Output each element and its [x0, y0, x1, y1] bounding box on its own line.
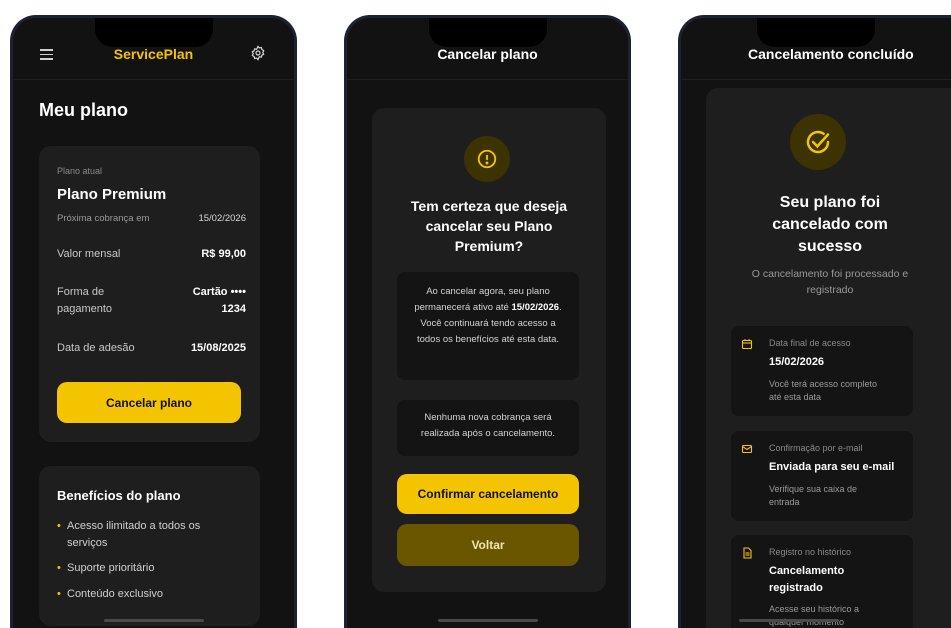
benefit-item: Acesso ilimitado a todos os serviços [57, 518, 207, 552]
back-button[interactable]: Voltar [397, 524, 579, 566]
plan-name: Plano Premium [57, 186, 167, 203]
info-card-value: Cancelamento registrado [769, 565, 845, 594]
next-billing-value: 15/02/2026 [198, 213, 246, 224]
success-subtitle: O cancelamento foi processado e registra… [751, 268, 909, 296]
phone-screen-cancellation-complete: Cancelamento concluído Seu plano foi can… [678, 15, 951, 628]
join-date-value: 15/08/2025 [190, 342, 246, 354]
cancellation-success-card: Seu plano foi cancelado com sucesso O ca… [706, 88, 951, 628]
payment-value-line1: Cartão •••• [192, 286, 246, 298]
calendar-icon [741, 339, 753, 350]
success-icon-container [790, 114, 846, 170]
join-date-label: Data de adesão [57, 342, 135, 354]
gear-icon[interactable] [250, 45, 266, 61]
cancel-confirmation-dialog: Tem certeza que deseja cancelar seu Plan… [372, 108, 606, 592]
warning-icon [477, 149, 497, 169]
info-card-label: Data final de acesso [769, 338, 851, 348]
benefits-title: Benefícios do plano [57, 488, 181, 503]
payment-method-label: Forma de pagamento [57, 284, 112, 318]
payment-label-line2: pagamento [57, 303, 113, 315]
dialog-title: Tem certeza que deseja cancelar seu Plan… [410, 198, 568, 254]
home-indicator [437, 619, 538, 622]
access-end-card: Data final de acesso 15/02/2026 Você ter… [731, 326, 913, 416]
benefit-item: Conteúdo exclusivo [57, 586, 247, 603]
app-header: ServicePlan [13, 18, 294, 80]
current-plan-card: Plano atual Plano Premium Próxima cobran… [39, 146, 260, 442]
email-confirmation-card: Confirmação por e-mail Enviada para seu … [731, 431, 913, 521]
success-headline: Seu plano foi cancelado com sucesso [772, 194, 888, 255]
history-record-card: Registro no histórico Cancelamento regis… [731, 535, 913, 628]
app-header: Cancelar plano [347, 18, 628, 80]
next-billing-label: Próxima cobrança em [57, 213, 150, 224]
phone-screen-my-plan: ServicePlan Meu plano Plano atual Plano … [10, 15, 297, 628]
mail-icon [741, 444, 753, 454]
plan-benefits-card: Benefícios do plano Acesso ilimitado a t… [39, 466, 260, 626]
info-card-description: Acesse seu histórico a qualquer momento [769, 604, 860, 627]
home-indicator [103, 619, 204, 622]
current-plan-label: Plano atual [57, 166, 103, 176]
app-header: Cancelamento concluído [681, 18, 951, 80]
monthly-price-label: Valor mensal [57, 248, 121, 260]
info-card-label: Registro no histórico [769, 547, 852, 557]
check-circle-icon [806, 130, 830, 154]
document-icon [743, 547, 752, 559]
notice-date: 15/02/2026 [511, 302, 560, 313]
monthly-price-value: R$ 99,00 [201, 248, 246, 260]
no-billing-notice: Nenhuma nova cobrança será realizada apó… [397, 400, 579, 456]
cancel-plan-button[interactable]: Cancelar plano [57, 382, 241, 423]
screen-title: Cancelar plano [437, 46, 538, 62]
info-card-value: Enviada para seu e-mail [769, 461, 895, 473]
info-card-value: 15/02/2026 [769, 356, 825, 368]
payment-label-line1: Forma de [57, 286, 105, 298]
warning-icon-container [464, 136, 510, 182]
payment-method-value: Cartão •••• 1234 [193, 284, 246, 318]
home-indicator [739, 619, 839, 622]
benefit-item: Suporte prioritário [57, 560, 247, 577]
info-card-description: Você terá acesso completo até esta data [769, 379, 878, 402]
page-title: Meu plano [39, 100, 128, 120]
active-until-notice: Ao cancelar agora, seu plano permanecerá… [397, 272, 579, 380]
confirm-cancellation-button[interactable]: Confirmar cancelamento [397, 474, 579, 514]
info-card-label: Confirmação por e-mail [769, 443, 863, 453]
payment-value-line2: 1234 [221, 303, 246, 315]
info-card-description: Verifique sua caixa de entrada [769, 484, 858, 507]
screen-title: Cancelamento concluído [748, 46, 914, 62]
phone-screen-cancel-plan: Cancelar plano Tem certeza que deseja ca… [344, 15, 631, 628]
